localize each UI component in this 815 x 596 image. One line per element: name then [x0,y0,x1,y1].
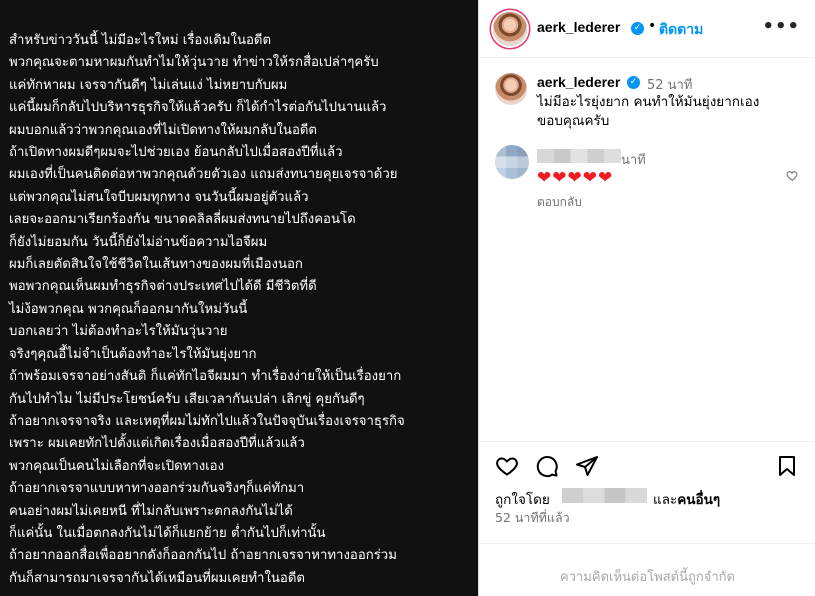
comment-time[interactable]: นาที [621,149,646,170]
verified-badge-icon: ✓ [627,76,640,89]
caption-time[interactable]: 52 นาที [647,74,692,95]
author-avatar[interactable] [493,12,527,46]
comment-like-heart-icon[interactable] [786,168,799,186]
verified-badge-icon: ✓ [631,22,644,35]
commenter-avatar[interactable] [495,145,529,179]
post-header: aerk_lederer ✓ • ติดตาม ••• [479,0,815,58]
divider [479,543,815,544]
follow-button[interactable]: ติดตาม [659,19,703,41]
share-icon[interactable] [575,454,601,480]
separator-dot: • [648,18,657,34]
liker-username-blurred [562,488,647,503]
caption-avatar[interactable] [495,73,527,105]
divider [479,441,815,442]
heart-outline-icon [786,171,798,182]
bookmark-icon[interactable] [775,454,801,480]
post-image-text: สำหรับข่าววันนี้ ไม่มีอะไรใหม่ เรื่องเดิ… [9,33,405,586]
comment-text: ❤❤❤❤❤ [537,168,614,188]
like-heart-icon[interactable] [495,454,521,480]
author-username[interactable]: aerk_lederer [537,19,620,35]
caption-username[interactable]: aerk_lederer [537,74,620,90]
likes-prefix: ถูกใจโดย [495,492,550,508]
comment-icon[interactable] [535,454,561,480]
caption-text: ไม่มีอะไรยุ่งยาก คนทำให้มันยุ่งยากเอง ขอ… [537,94,760,129]
reply-button[interactable]: ตอบกลับ [537,193,582,212]
post-time[interactable]: 52 นาทีที่แล้ว [495,508,570,528]
post-actions [479,454,815,482]
post-media: สำหรับข่าววันนี้ ไม่มีอะไรใหม่ เรื่องเดิ… [0,0,478,596]
likes-others-link[interactable]: คนอื่นๆ [677,492,720,508]
post-sidebar: aerk_lederer ✓ • ติดตาม ••• aerk_lederer… [478,0,815,596]
likes-and-label: และ [653,492,678,508]
more-options-icon[interactable]: ••• [762,16,800,37]
likes-others[interactable]: และคนอื่นๆ [653,488,720,510]
comments-limited-notice: ความคิดเห็นต่อโพสต์นี้ถูกจำกัด [560,570,735,585]
commenter-username-blurred [537,149,621,163]
